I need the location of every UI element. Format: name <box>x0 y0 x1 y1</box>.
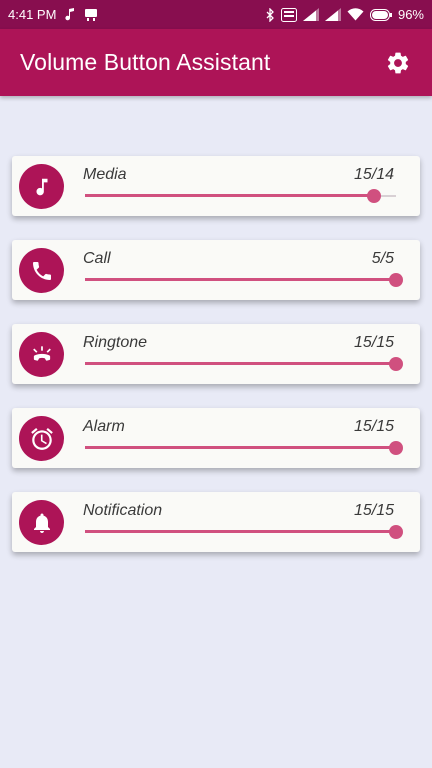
app-title: Volume Button Assistant <box>20 49 271 75</box>
alarm-clock-icon <box>30 427 53 450</box>
media-icon-button[interactable] <box>19 164 64 209</box>
stream-value: 15/15 <box>353 334 394 351</box>
wifi-icon <box>347 8 364 21</box>
settings-button[interactable] <box>384 49 412 77</box>
slider-fill <box>85 278 396 281</box>
volume-card-list: Media 15/14 Call 5/5 Ringtone 15/15 Alar… <box>12 156 420 576</box>
volume-slider[interactable] <box>85 357 403 371</box>
alarm-icon-button[interactable] <box>19 416 64 461</box>
stream-value: 15/14 <box>353 166 394 183</box>
ringing-phone-icon <box>32 345 51 361</box>
bell-icon <box>33 513 50 533</box>
stream-value: 15/15 <box>353 418 394 435</box>
volume-card-ringtone: Ringtone 15/15 <box>12 324 420 384</box>
call-icon-button[interactable] <box>19 248 64 293</box>
slider-thumb[interactable] <box>389 357 403 371</box>
stream-label: Ringtone <box>83 334 148 351</box>
ringtone-icon-button[interactable] <box>19 332 64 377</box>
notification-icon-button[interactable] <box>19 500 64 545</box>
music-note-icon <box>65 8 75 21</box>
battery-icon <box>369 8 392 21</box>
stream-label: Alarm <box>83 418 125 435</box>
volume-card-call: Call 5/5 <box>12 240 420 300</box>
app-bar: Volume Button Assistant <box>0 29 432 96</box>
stream-value: 15/15 <box>353 502 394 519</box>
slider-thumb[interactable] <box>389 441 403 455</box>
stream-value: 5/5 <box>371 250 394 267</box>
phone-icon <box>32 261 51 280</box>
volume-card-media: Media 15/14 <box>12 156 420 216</box>
slider-thumb[interactable] <box>367 189 382 203</box>
volume-slider[interactable] <box>85 441 403 455</box>
signal-icon <box>302 8 319 21</box>
slider-fill <box>85 194 375 197</box>
stream-label: Notification <box>83 502 163 519</box>
notification-icon <box>84 8 98 22</box>
stream-label: Call <box>83 250 111 267</box>
volume-card-notification: Notification 15/15 <box>12 492 420 552</box>
slider-fill <box>85 530 396 533</box>
status-time: 4:41 PM <box>8 7 57 22</box>
volume-slider[interactable] <box>85 273 403 287</box>
music-note-icon <box>36 178 47 195</box>
bluetooth-icon <box>266 7 275 22</box>
gear-icon <box>387 52 409 73</box>
slider-fill <box>85 362 396 365</box>
battery-level: 96% <box>397 7 424 22</box>
volume-card-alarm: Alarm 15/15 <box>12 408 420 468</box>
slider-thumb[interactable] <box>389 273 403 287</box>
signal-icon <box>324 8 341 21</box>
volume-slider[interactable] <box>85 189 396 203</box>
slider-fill <box>85 446 396 449</box>
stream-label: Media <box>83 166 127 183</box>
volume-slider[interactable] <box>85 525 403 539</box>
slider-thumb[interactable] <box>389 525 403 539</box>
status-bar: 4:41 PM 96% <box>0 0 432 29</box>
volte-icon <box>280 7 297 22</box>
